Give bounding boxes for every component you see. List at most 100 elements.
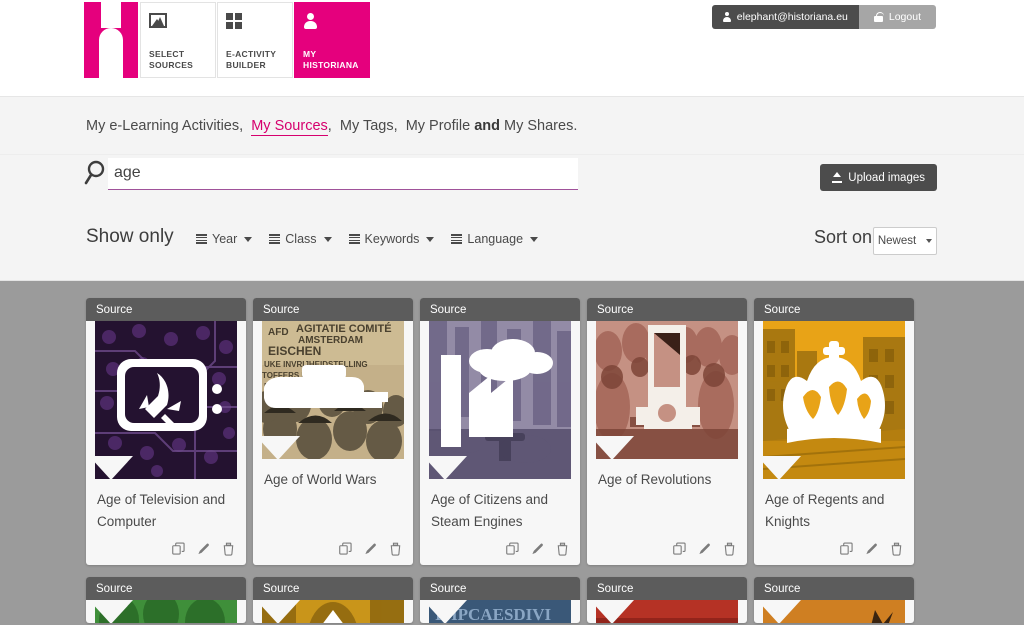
nav-label-line2: SOURCES [149, 60, 194, 70]
delete-icon[interactable] [389, 542, 402, 556]
upload-icon [832, 172, 843, 183]
card-thumbnail[interactable] [95, 600, 237, 623]
user-icon [722, 12, 731, 22]
list-icon [348, 234, 360, 244]
source-card[interactable]: Source [587, 298, 747, 565]
unlock-icon [873, 12, 884, 22]
site-header: SELECT SOURCES E-ACTIVITY BUILDER MY HIS… [0, 0, 1024, 97]
nav-label-line1: MY [303, 49, 317, 59]
card-badge: Source [86, 577, 246, 600]
delete-icon[interactable] [723, 542, 736, 556]
delete-icon[interactable] [890, 542, 903, 556]
card-thumbnail[interactable] [763, 600, 905, 623]
copy-icon[interactable] [506, 542, 519, 556]
section-nav-strip: My e-Learning Activities, My Sources, My… [0, 97, 1024, 155]
thumbnail-tail [262, 600, 300, 623]
show-only-label: Show only [86, 226, 174, 247]
card-thumbnail[interactable] [95, 321, 237, 479]
copy-icon[interactable] [339, 542, 352, 556]
delete-icon[interactable] [222, 542, 235, 556]
card-thumbnail[interactable] [596, 321, 738, 459]
upload-images-button[interactable]: Upload images [820, 164, 937, 191]
svg-text:AGITATIE COMITÉ: AGITATIE COMITÉ [296, 322, 392, 335]
edit-icon[interactable] [698, 542, 711, 556]
filter-keywords[interactable]: Keywords [348, 232, 435, 246]
upload-images-label: Upload images [848, 171, 925, 184]
card-badge: Source [754, 577, 914, 600]
filter-year[interactable]: Year [196, 232, 253, 246]
card-title: Age of Television and Computer [97, 492, 226, 529]
card-thumbnail[interactable]: AFD AGITATIE COMITÉ AMSTERDAM EISCHEN UK… [262, 321, 404, 459]
card-actions [420, 537, 580, 565]
delete-icon[interactable] [556, 542, 569, 556]
card-badge: Source [587, 577, 747, 600]
source-card[interactable]: Source [420, 298, 580, 565]
edit-icon[interactable] [364, 542, 377, 556]
card-badge: Source [587, 298, 747, 321]
nav-tile-label: E-ACTIVITY BUILDER [226, 49, 284, 71]
source-card[interactable]: Source [587, 577, 747, 623]
search-input[interactable] [108, 158, 578, 190]
copy-icon[interactable] [840, 542, 853, 556]
chevron-down-icon [323, 236, 332, 242]
breadcrumb-item-elearning-activities[interactable]: My e-Learning Activities [86, 118, 239, 134]
picture-icon [149, 13, 207, 35]
sort-select[interactable]: Newest [873, 227, 937, 255]
thumbnail-tail [95, 600, 133, 623]
logout-button[interactable]: Logout [858, 5, 936, 29]
card-actions [253, 537, 413, 565]
card-badge: Source [86, 298, 246, 321]
card-badge: Source [420, 577, 580, 600]
nav-label-line2: BUILDER [226, 60, 266, 70]
user-controls: elephant@historiana.eu Logout [711, 5, 936, 29]
historiana-logo[interactable] [84, 2, 138, 78]
nav-tile-my-historiana[interactable]: MY HISTORIANA [294, 2, 370, 78]
breadcrumb-item-my-shares[interactable]: My Shares [504, 118, 573, 134]
card-thumbnail[interactable] [596, 600, 738, 623]
source-card[interactable]: Source IMPCAESDIVI TRAIANIAVG NERVAENEPO [420, 577, 580, 623]
source-card[interactable]: Source [253, 577, 413, 623]
edit-icon[interactable] [531, 542, 544, 556]
source-card[interactable]: Source AFD AGITATIE COMITÉ AMSTERDAM EIS… [253, 298, 413, 565]
breadcrumb-item-my-sources[interactable]: My Sources [251, 117, 328, 136]
source-card[interactable]: Source [754, 298, 914, 565]
nav-label-line1: SELECT [149, 49, 185, 59]
sort-selected-value: Newest [877, 235, 917, 247]
edit-icon[interactable] [197, 542, 210, 556]
breadcrumb: My e-Learning Activities, My Sources, My… [86, 117, 577, 136]
chevron-down-icon [926, 239, 933, 243]
card-thumbnail[interactable] [429, 321, 571, 479]
source-card[interactable]: Source [86, 577, 246, 623]
thumbnail-tail [95, 456, 133, 479]
copy-icon[interactable] [172, 542, 185, 556]
chevron-down-icon [426, 236, 435, 242]
source-card[interactable]: Source [754, 577, 914, 623]
search-icon [84, 160, 108, 186]
thumbnail-tail [763, 456, 801, 479]
filter-keywords-label: Keywords [364, 232, 420, 246]
nav-tile-eactivity-builder[interactable]: E-ACTIVITY BUILDER [217, 2, 293, 78]
breadcrumb-separator: , [239, 117, 244, 134]
card-actions [754, 537, 914, 565]
account-button[interactable]: elephant@historiana.eu [711, 5, 859, 29]
card-thumbnail[interactable] [262, 600, 404, 623]
edit-icon[interactable] [865, 542, 878, 556]
filter-class[interactable]: Class [269, 232, 332, 246]
filter-language[interactable]: Language [451, 232, 539, 246]
source-card[interactable]: Source [86, 298, 246, 565]
card-badge: Source [420, 298, 580, 321]
breadcrumb-item-my-profile[interactable]: My Profile [406, 118, 470, 134]
chevron-down-icon [530, 236, 539, 242]
grid-icon [226, 13, 284, 35]
breadcrumb-item-my-tags[interactable]: My Tags [340, 118, 394, 134]
card-title: Age of Regents and Knights [765, 492, 885, 529]
thumbnail-tail [429, 456, 467, 479]
card-thumbnail[interactable] [763, 321, 905, 479]
svg-text:AFD: AFD [268, 327, 289, 338]
card-title: Age of Citizens and Steam Engines [431, 492, 549, 529]
nav-tile-label: SELECT SOURCES [149, 49, 207, 71]
card-thumbnail[interactable]: IMPCAESDIVI TRAIANIAVG NERVAENEPO [429, 600, 571, 623]
card-badge: Source [754, 298, 914, 321]
copy-icon[interactable] [673, 542, 686, 556]
nav-tile-select-sources[interactable]: SELECT SOURCES [140, 2, 216, 78]
